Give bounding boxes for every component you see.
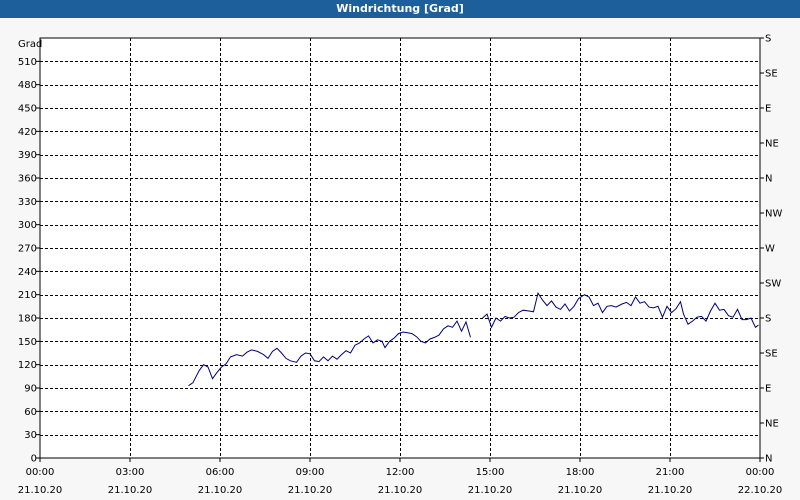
y2-tick-label: E [765,104,771,115]
y2-tick-label: NE [765,139,779,150]
x-tick-time: 21:00 [656,467,685,478]
x-tick-time: 09:00 [296,467,325,478]
chart-title: Windrichtung [Grad] [0,0,800,18]
y2-tick-label: SW [765,279,781,290]
y-tick-label: 180 [18,314,37,325]
y-axis-label: Grad [18,39,42,50]
x-tick-date: 21.10.20 [378,485,423,496]
y-tick-label: 150 [18,337,37,348]
y-axis-right: N NE E SE S SW W NW N NE E SE S [760,34,782,465]
y-tick-label: 210 [18,290,37,301]
y2-tick-label: W [765,244,775,255]
y2-tick-label: N [765,454,772,465]
y-tick-label: 240 [18,267,37,278]
y-tick-label: 330 [18,197,37,208]
y2-tick-label: NE [765,419,779,430]
x-tick-time: 06:00 [206,467,235,478]
x-tick-time: 00:00 [746,467,775,478]
x-tick-date: 21.10.20 [198,485,243,496]
x-axis: 00:00 21.10.20 03:00 21.10.20 06:00 21.10.20 0… [18,458,783,496]
x-tick-date: 21.10.20 [648,485,693,496]
x-tick-date: 21.10.20 [18,485,63,496]
x-tick-date: 21.10.20 [558,485,603,496]
y2-tick-label: SE [765,69,778,80]
y-tick-label: 270 [18,244,37,255]
x-tick-date: 21.10.20 [468,485,513,496]
y-tick-label: 360 [18,174,37,185]
y-tick-label: 120 [18,360,37,371]
x-tick-time: 03:00 [116,467,145,478]
chart-window: Windrichtung [Grad] 0 30 60 90 120 150 180 210 2… [0,0,800,500]
x-tick-time: 00:00 [26,467,55,478]
y-tick-label: 480 [18,80,37,91]
x-tick-time: 15:00 [476,467,505,478]
y2-tick-label: S [765,34,771,45]
y-tick-label: 510 [18,57,37,68]
y-tick-label: 90 [24,384,37,395]
y-tick-label: 300 [18,220,37,231]
y-tick-label: 30 [24,430,37,441]
y-tick-label: 450 [18,104,37,115]
y2-tick-label: N [765,174,772,185]
y-tick-label: 420 [18,127,37,138]
y-tick-label: 390 [18,150,37,161]
x-tick-date: 22.10.20 [738,485,783,496]
y-axis-left: 0 30 60 90 120 150 180 210 240 270 300 330 360 390 420… [18,57,40,465]
y2-tick-label: NW [765,209,782,220]
x-tick-date: 21.10.20 [108,485,153,496]
y-tick-label: 60 [24,407,37,418]
y2-tick-label: E [765,384,771,395]
x-tick-time: 18:00 [566,467,595,478]
x-tick-date: 21.10.20 [288,485,333,496]
y-tick-label: 0 [31,454,37,465]
x-tick-time: 12:00 [386,467,415,478]
chart-canvas: 0 30 60 90 120 150 180 210 240 270 300 330 360 390 420… [18,34,783,497]
y2-tick-label: S [765,314,771,325]
y2-tick-label: SE [765,349,778,360]
